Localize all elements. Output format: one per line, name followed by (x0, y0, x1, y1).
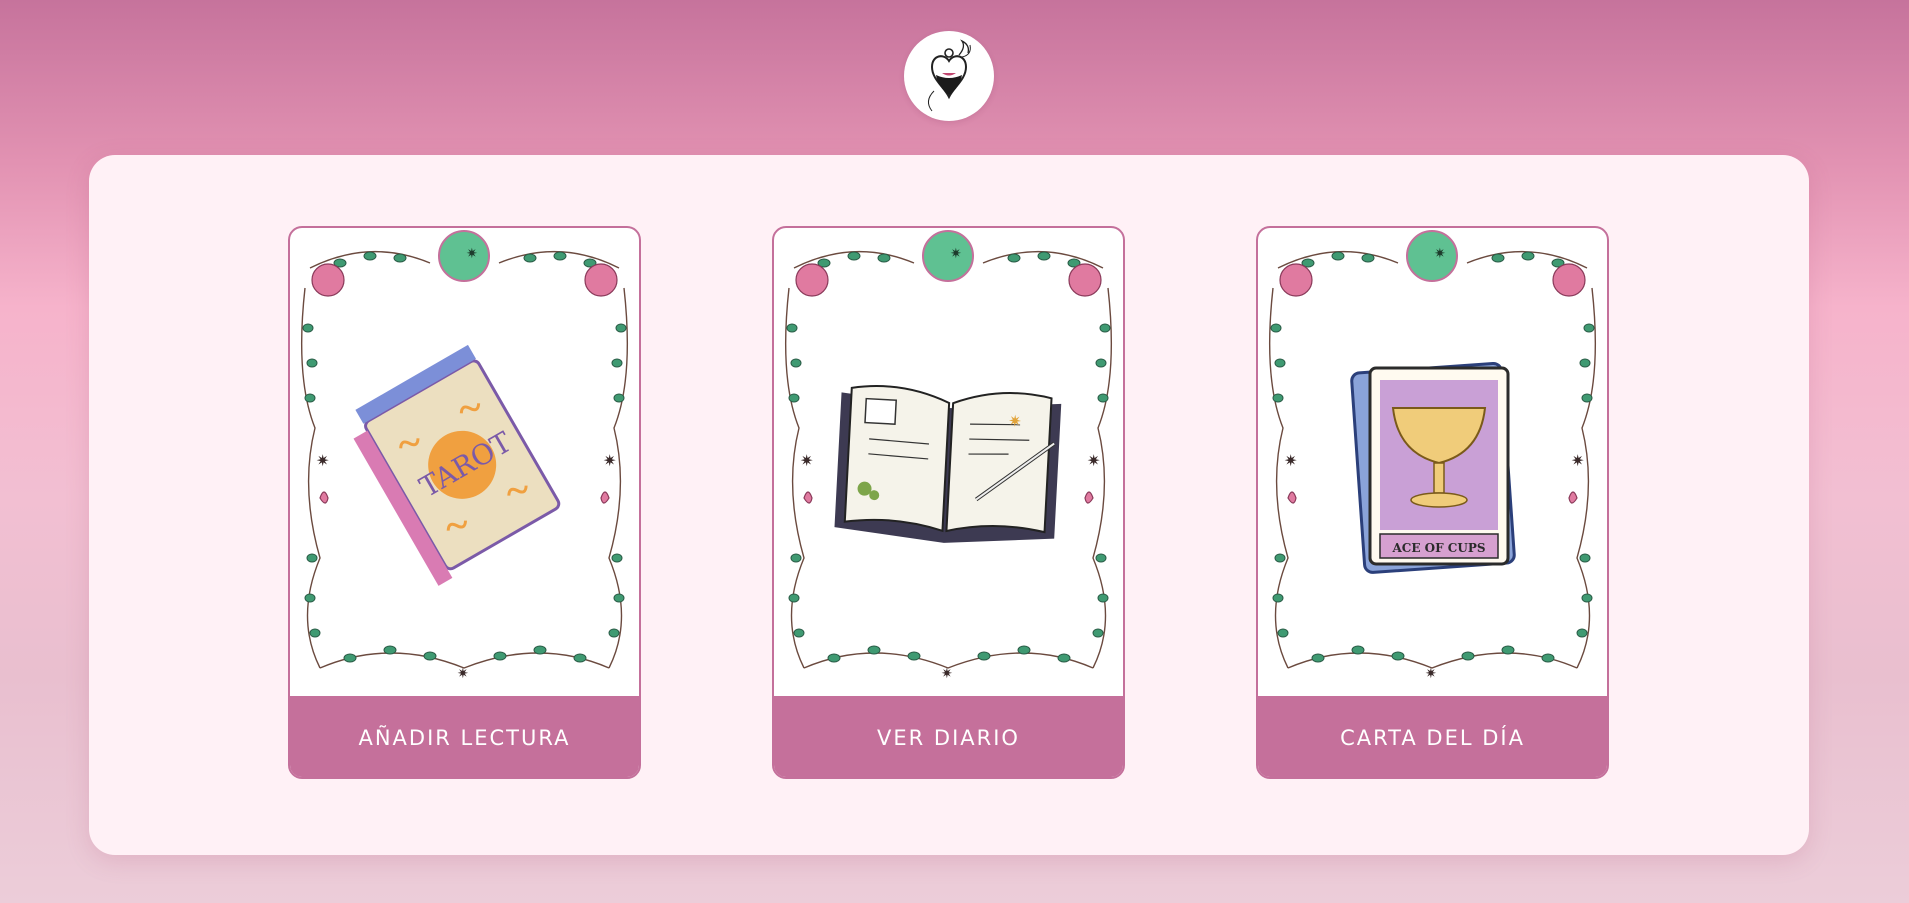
svg-text:✷: ✷ (950, 246, 962, 262)
svg-text:✷: ✷ (1284, 451, 1297, 470)
ace-of-cups-card-icon: ACE OF CUPS (1350, 361, 1516, 574)
add-reading-label: AÑADIR LECTURA (358, 725, 571, 750)
card-border-art: ✷ ✷ ✷ ✷ TAROT (290, 228, 639, 696)
svg-text:✷: ✷ (941, 666, 953, 682)
journal-icon: ✷ (834, 385, 1062, 543)
card-of-the-day-button[interactable]: CARTA DEL DÍA (1258, 696, 1607, 777)
svg-text:✷: ✷ (466, 246, 478, 262)
svg-text:✷: ✷ (603, 451, 616, 470)
svg-text:✷: ✷ (1571, 451, 1584, 470)
svg-text:✷: ✷ (1425, 666, 1437, 682)
potion-heart-icon (928, 39, 971, 112)
svg-text:✷: ✷ (800, 451, 813, 470)
svg-text:✷: ✷ (1008, 411, 1022, 431)
svg-text:✷: ✷ (457, 666, 469, 682)
svg-text:✷: ✷ (1087, 451, 1100, 470)
card-border-art: ✷ ✷ ✷ ✷ ACE OF CUPS (1258, 228, 1607, 696)
card-border-art: ✷ ✷ ✷ ✷ ✷ (774, 228, 1123, 696)
add-reading-card[interactable]: ✷ ✷ ✷ ✷ TAROT AÑADIR LECTURA (288, 226, 641, 779)
card-of-the-day-card[interactable]: ✷ ✷ ✷ ✷ ACE OF CUPS CARTA DEL DÍA (1256, 226, 1609, 779)
moon-medallion: ✷ (438, 230, 490, 282)
logo[interactable] (904, 31, 994, 121)
view-journal-card[interactable]: ✷ ✷ ✷ ✷ ✷ VER DIARIO (772, 226, 1125, 779)
view-journal-button[interactable]: VER DIARIO (774, 696, 1123, 777)
add-reading-button[interactable]: AÑADIR LECTURA (290, 696, 639, 777)
card-of-the-day-label: CARTA DEL DÍA (1340, 725, 1525, 750)
view-journal-label: VER DIARIO (877, 725, 1020, 750)
svg-text:✷: ✷ (1434, 246, 1446, 262)
tarot-deck-icon: TAROT (353, 344, 561, 586)
card-name-text: ACE OF CUPS (1391, 541, 1485, 555)
svg-text:✷: ✷ (316, 451, 329, 470)
